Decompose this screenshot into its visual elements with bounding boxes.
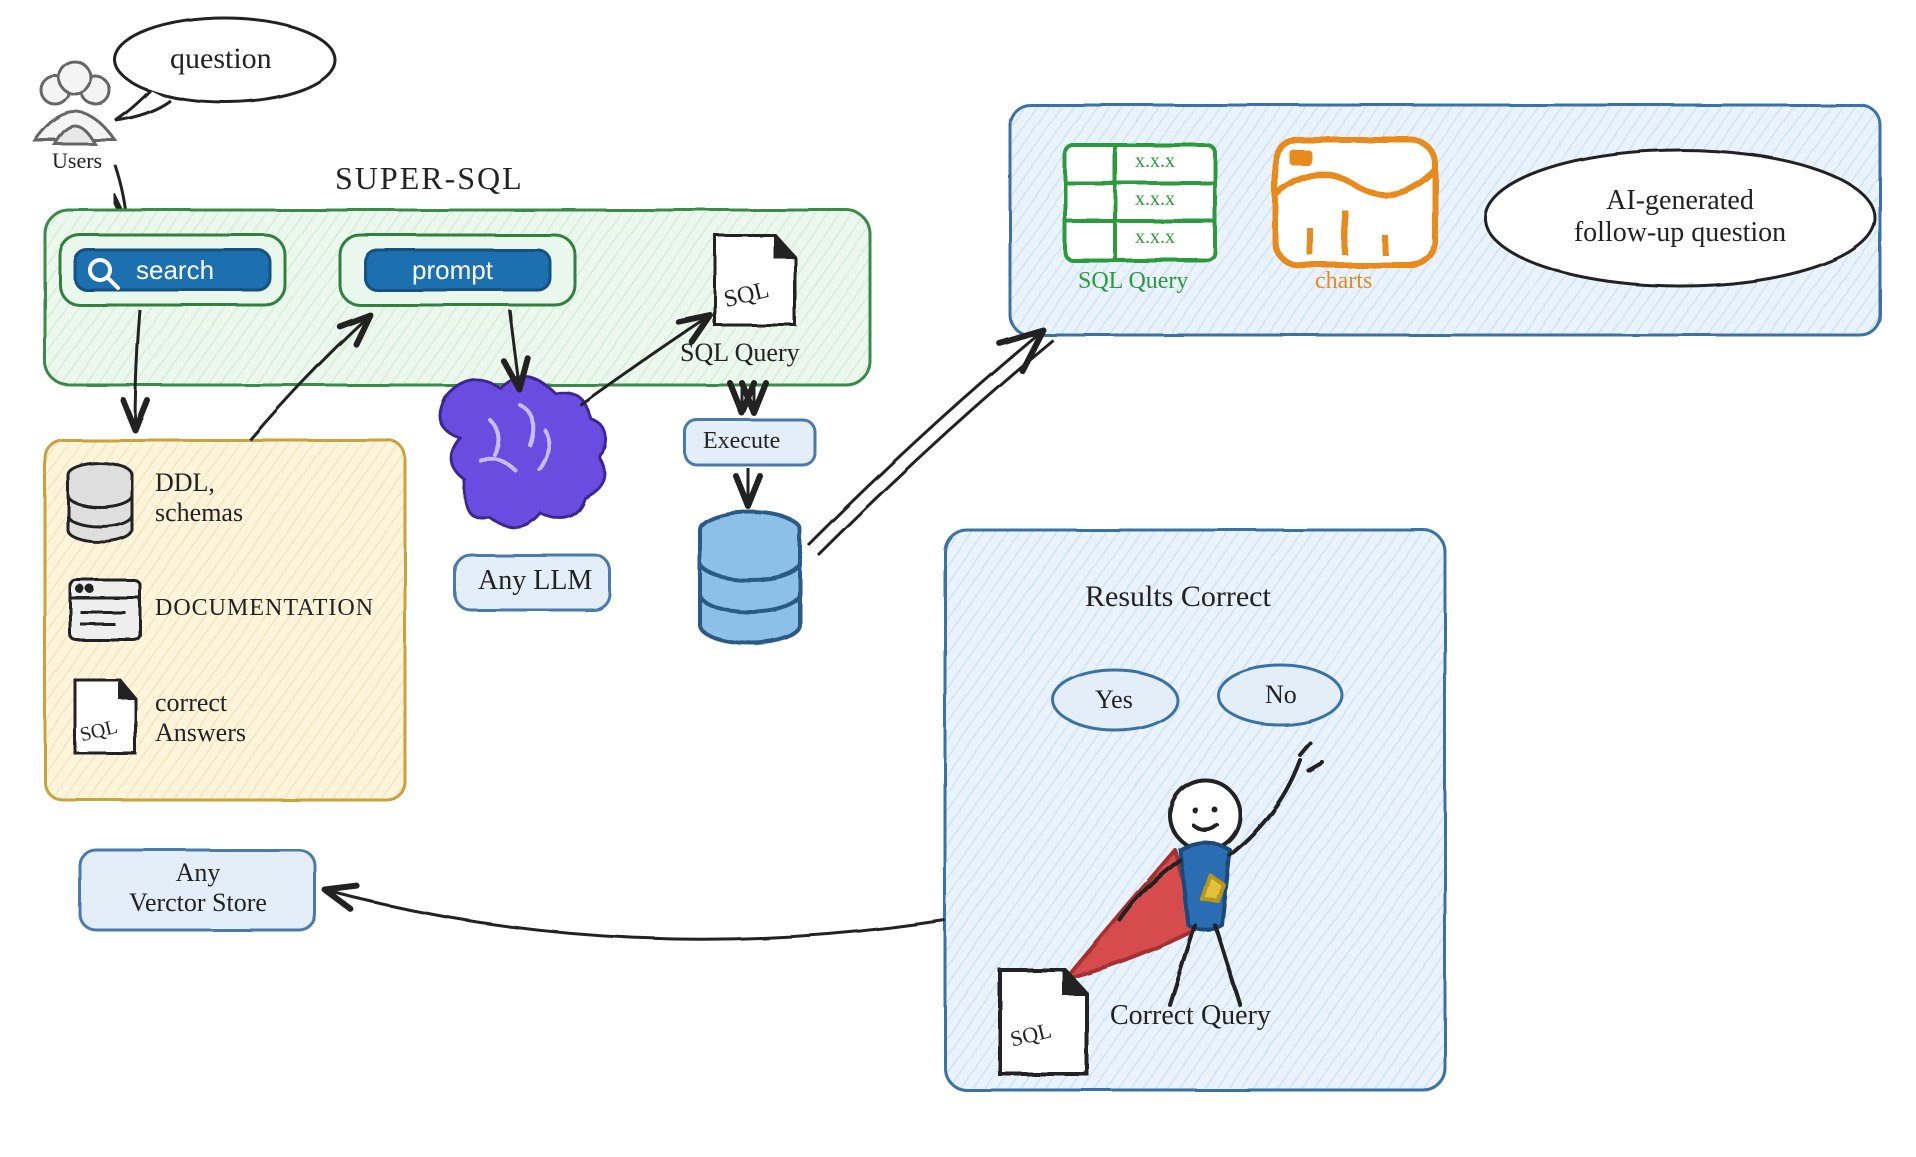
question-text: question — [170, 42, 272, 77]
users-icon — [35, 62, 115, 144]
documentation-label: DOCUMENTATION — [155, 595, 374, 623]
no-label: No — [1265, 680, 1297, 710]
results-title: Results Correct — [1085, 580, 1271, 615]
charts-icon — [1275, 140, 1435, 265]
search-label: search — [136, 256, 214, 286]
users-label: Users — [52, 148, 102, 173]
vector-store-label: Any Verctor Store — [108, 858, 288, 918]
supersql-title: SUPER-SQL — [335, 160, 524, 197]
arrow-results-to-vector — [325, 890, 945, 939]
table-cell-1: x.x.x — [1135, 150, 1175, 173]
followup-label: AI-generated follow-up question — [1560, 185, 1800, 249]
correct-query-label: Correct Query — [1110, 1000, 1271, 1032]
correct-answers-label: correct Answers — [155, 688, 246, 748]
ddl-label: DDL, schemas — [155, 468, 243, 528]
brain-icon — [440, 377, 606, 527]
diagram-canvas: { "top": { "users_label": "Users", "ques… — [0, 0, 1916, 1157]
prompt-label: prompt — [412, 256, 493, 286]
any-llm-label: Any LLM — [478, 565, 592, 597]
document-icon — [70, 580, 140, 640]
yes-label: Yes — [1095, 685, 1133, 715]
table-cell-2: x.x.x — [1135, 188, 1175, 211]
db-cylinder — [700, 512, 800, 643]
sql-query-label-output: SQL Query — [1078, 268, 1188, 296]
sql-query-label-panel: SQL Query — [680, 338, 800, 368]
charts-label: charts — [1315, 268, 1372, 296]
db-icon-ddl — [68, 463, 132, 542]
table-cell-3: x.x.x — [1135, 226, 1175, 249]
execute-label: Execute — [703, 428, 780, 456]
